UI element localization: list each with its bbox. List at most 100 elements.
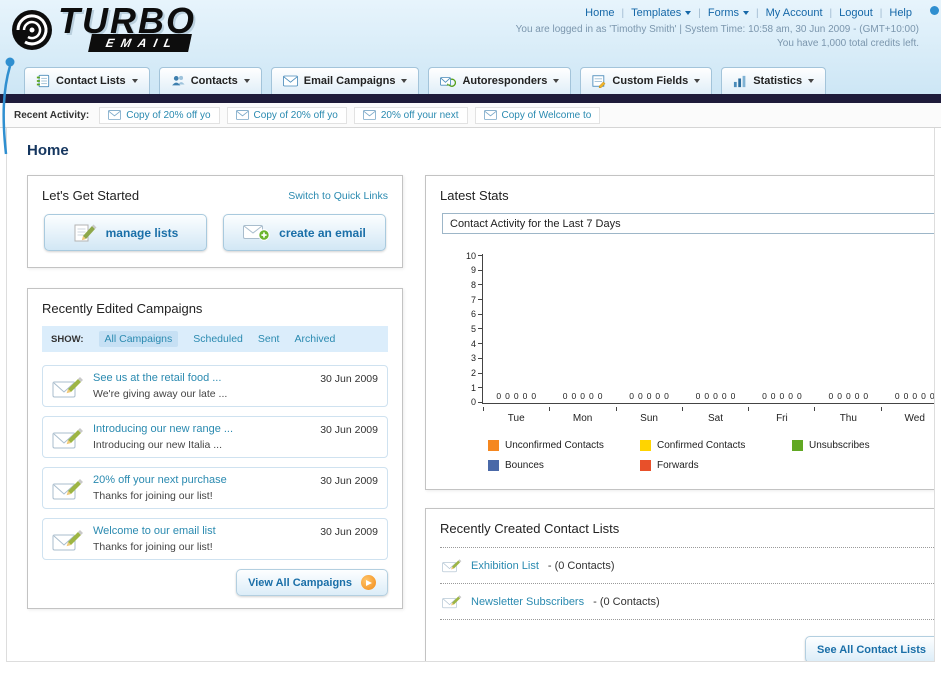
campaign-date: 30 Jun 2009 <box>320 475 378 487</box>
view-all-campaigns-button[interactable]: View All Campaigns <box>236 569 388 596</box>
campaign-row[interactable]: See us at the retail food ... We're givi… <box>42 365 388 407</box>
y-axis-tick: 5 <box>471 324 482 334</box>
nav-forms-link[interactable]: Forms <box>701 7 756 19</box>
filter-scheduled[interactable]: Scheduled <box>193 333 243 345</box>
recent-activity-item[interactable]: 20% off your next <box>353 106 468 124</box>
chart-value-label: 0 <box>597 391 603 401</box>
contact-list-item[interactable]: Newsletter Subscribers - (0 Contacts) <box>440 584 934 620</box>
legend-item: Unconfirmed Contacts <box>488 440 640 451</box>
chart-x-ticks <box>483 407 934 411</box>
y-axis-tick-label: 3 <box>470 353 476 364</box>
nav-templates-link[interactable]: Templates <box>624 7 698 19</box>
legend-label: Forwards <box>657 460 699 471</box>
chart-legend: Unconfirmed Contacts Confirmed Contacts Un… <box>488 440 934 471</box>
filter-archived[interactable]: Archived <box>294 333 335 345</box>
create-email-button[interactable]: create an email <box>223 214 386 251</box>
y-axis-tick: 1 <box>471 383 482 393</box>
chart-value-label: 0 <box>721 391 727 401</box>
switch-quick-links-link[interactable]: Switch to Quick Links <box>288 190 388 202</box>
campaign-row[interactable]: 20% off your next purchase Thanks for jo… <box>42 467 388 509</box>
recent-activity-item[interactable]: Copy of Welcome to <box>474 106 601 124</box>
logo-subtitle: EMAIL <box>87 34 192 52</box>
x-axis-label: Sat <box>707 413 723 424</box>
x-axis-tick-mark <box>748 407 750 411</box>
left-column: Let's Get Started Switch to Quick Links … <box>27 175 403 609</box>
y-axis-tick: 0 <box>470 397 482 408</box>
campaign-title-link[interactable]: See us at the retail food ... <box>93 372 311 384</box>
filter-sent[interactable]: Sent <box>258 333 280 345</box>
envelope-pencil-icon <box>52 428 83 449</box>
tab-custom-fields[interactable]: Custom Fields <box>580 67 713 94</box>
envelope-pencil-icon <box>52 530 83 551</box>
y-axis-tick-label: 6 <box>470 309 476 320</box>
chart-value-label: 0 <box>571 391 577 401</box>
nav-forms-label: Forms <box>707 7 740 19</box>
nav-logout-link[interactable]: Logout <box>832 7 880 19</box>
show-label: SHOW: <box>51 333 84 345</box>
nav-my-account-link[interactable]: My Account <box>759 7 830 19</box>
x-axis-tick-mark <box>681 407 683 411</box>
envelope-icon <box>235 110 249 120</box>
campaign-title-link[interactable]: Welcome to our email list <box>93 525 311 537</box>
x-axis-label: Tue <box>507 413 525 424</box>
dropdown-caret-icon <box>694 79 701 83</box>
campaign-subtitle: Thanks for joining our list! <box>93 541 213 553</box>
chart-value-label: 0 <box>496 391 502 401</box>
x-axis-label: Fri <box>776 413 788 424</box>
x-axis-tick-mark <box>615 407 617 411</box>
stats-range-dropdown[interactable]: Contact Activity for the Last 7 Days <box>442 213 934 234</box>
recent-activity-item[interactable]: Copy of 20% off yo <box>226 106 347 124</box>
campaign-list: See us at the retail food ... We're givi… <box>42 365 388 560</box>
nav-help-link[interactable]: Help <box>882 7 919 19</box>
contact-lists-title: Recently Created Contact Lists <box>440 521 620 536</box>
legend-item: Unsubscribes <box>792 440 934 451</box>
x-axis-label: Thu <box>839 413 857 424</box>
envelope-pencil-icon <box>442 595 462 609</box>
manage-lists-button[interactable]: manage lists <box>44 214 207 251</box>
contact-list-name-link[interactable]: Exhibition List <box>471 560 539 572</box>
tab-email-campaigns[interactable]: Email Campaigns <box>270 67 420 94</box>
campaign-title-link[interactable]: Introducing our new range ... <box>93 423 311 435</box>
envelope-pencil-icon <box>52 377 83 398</box>
stats-range-value: Contact Activity for the Last 7 Days <box>450 217 621 230</box>
contact-list-item[interactable]: Exhibition List - (0 Contacts) <box>440 548 934 584</box>
chart-value-group: 00000 <box>616 391 682 401</box>
chart-value-label: 0 <box>828 391 834 401</box>
pencil-paper-icon <box>74 224 97 241</box>
contact-list-name-link[interactable]: Newsletter Subscribers <box>471 596 584 608</box>
contact-list-items: Exhibition List - (0 Contacts) Newslette… <box>440 547 934 620</box>
legend-swatch <box>488 440 499 451</box>
tab-statistics[interactable]: Statistics <box>721 67 827 94</box>
recent-activity-item[interactable]: Copy of 20% off yo <box>99 106 220 124</box>
chart-value-label: 0 <box>863 391 869 401</box>
dark-divider-bar <box>0 94 941 103</box>
legend-label: Bounces <box>505 460 544 471</box>
nav-home-link[interactable]: Home <box>578 7 621 19</box>
envelope-icon <box>362 110 376 120</box>
campaigns-title: Recently Edited Campaigns <box>42 301 203 316</box>
recent-activity-label: Recent Activity: <box>14 109 90 121</box>
x-axis-label: Sun <box>640 413 658 424</box>
see-all-contact-lists-button[interactable]: See All Contact Lists <box>804 636 934 661</box>
main-nav-tabs: Contact Lists Contacts Email Campaigns A… <box>0 66 941 94</box>
campaign-date: 30 Jun 2009 <box>320 424 378 436</box>
campaign-row[interactable]: Welcome to our email list Thanks for joi… <box>42 518 388 560</box>
y-axis-tick: 2 <box>471 368 482 378</box>
chart-value-group: 00000 <box>682 391 748 401</box>
right-column: Latest Stats Contact Activity for the La… <box>425 175 934 661</box>
tab-contacts[interactable]: Contacts <box>158 67 262 94</box>
y-axis-tick-label: 0 <box>470 397 476 408</box>
tab-label: Custom Fields <box>612 75 689 87</box>
credits-info: You have 1,000 total credits left. <box>777 38 919 49</box>
contact-list-count: - (0 Contacts) <box>547 559 615 572</box>
y-axis-tick: 4 <box>471 339 482 349</box>
y-axis-tick: 10 <box>466 251 482 261</box>
campaign-row[interactable]: Introducing our new range ... Introducin… <box>42 416 388 458</box>
legend-label: Confirmed Contacts <box>657 440 746 451</box>
chart-value-label: 0 <box>762 391 767 401</box>
tab-contact-lists[interactable]: Contact Lists <box>24 67 150 94</box>
tab-autoresponders[interactable]: Autoresponders <box>428 67 572 94</box>
campaign-title-link[interactable]: 20% off your next purchase <box>93 474 311 486</box>
view-all-campaigns-label: View All Campaigns <box>248 576 352 589</box>
filter-all-campaigns[interactable]: All Campaigns <box>98 331 179 347</box>
